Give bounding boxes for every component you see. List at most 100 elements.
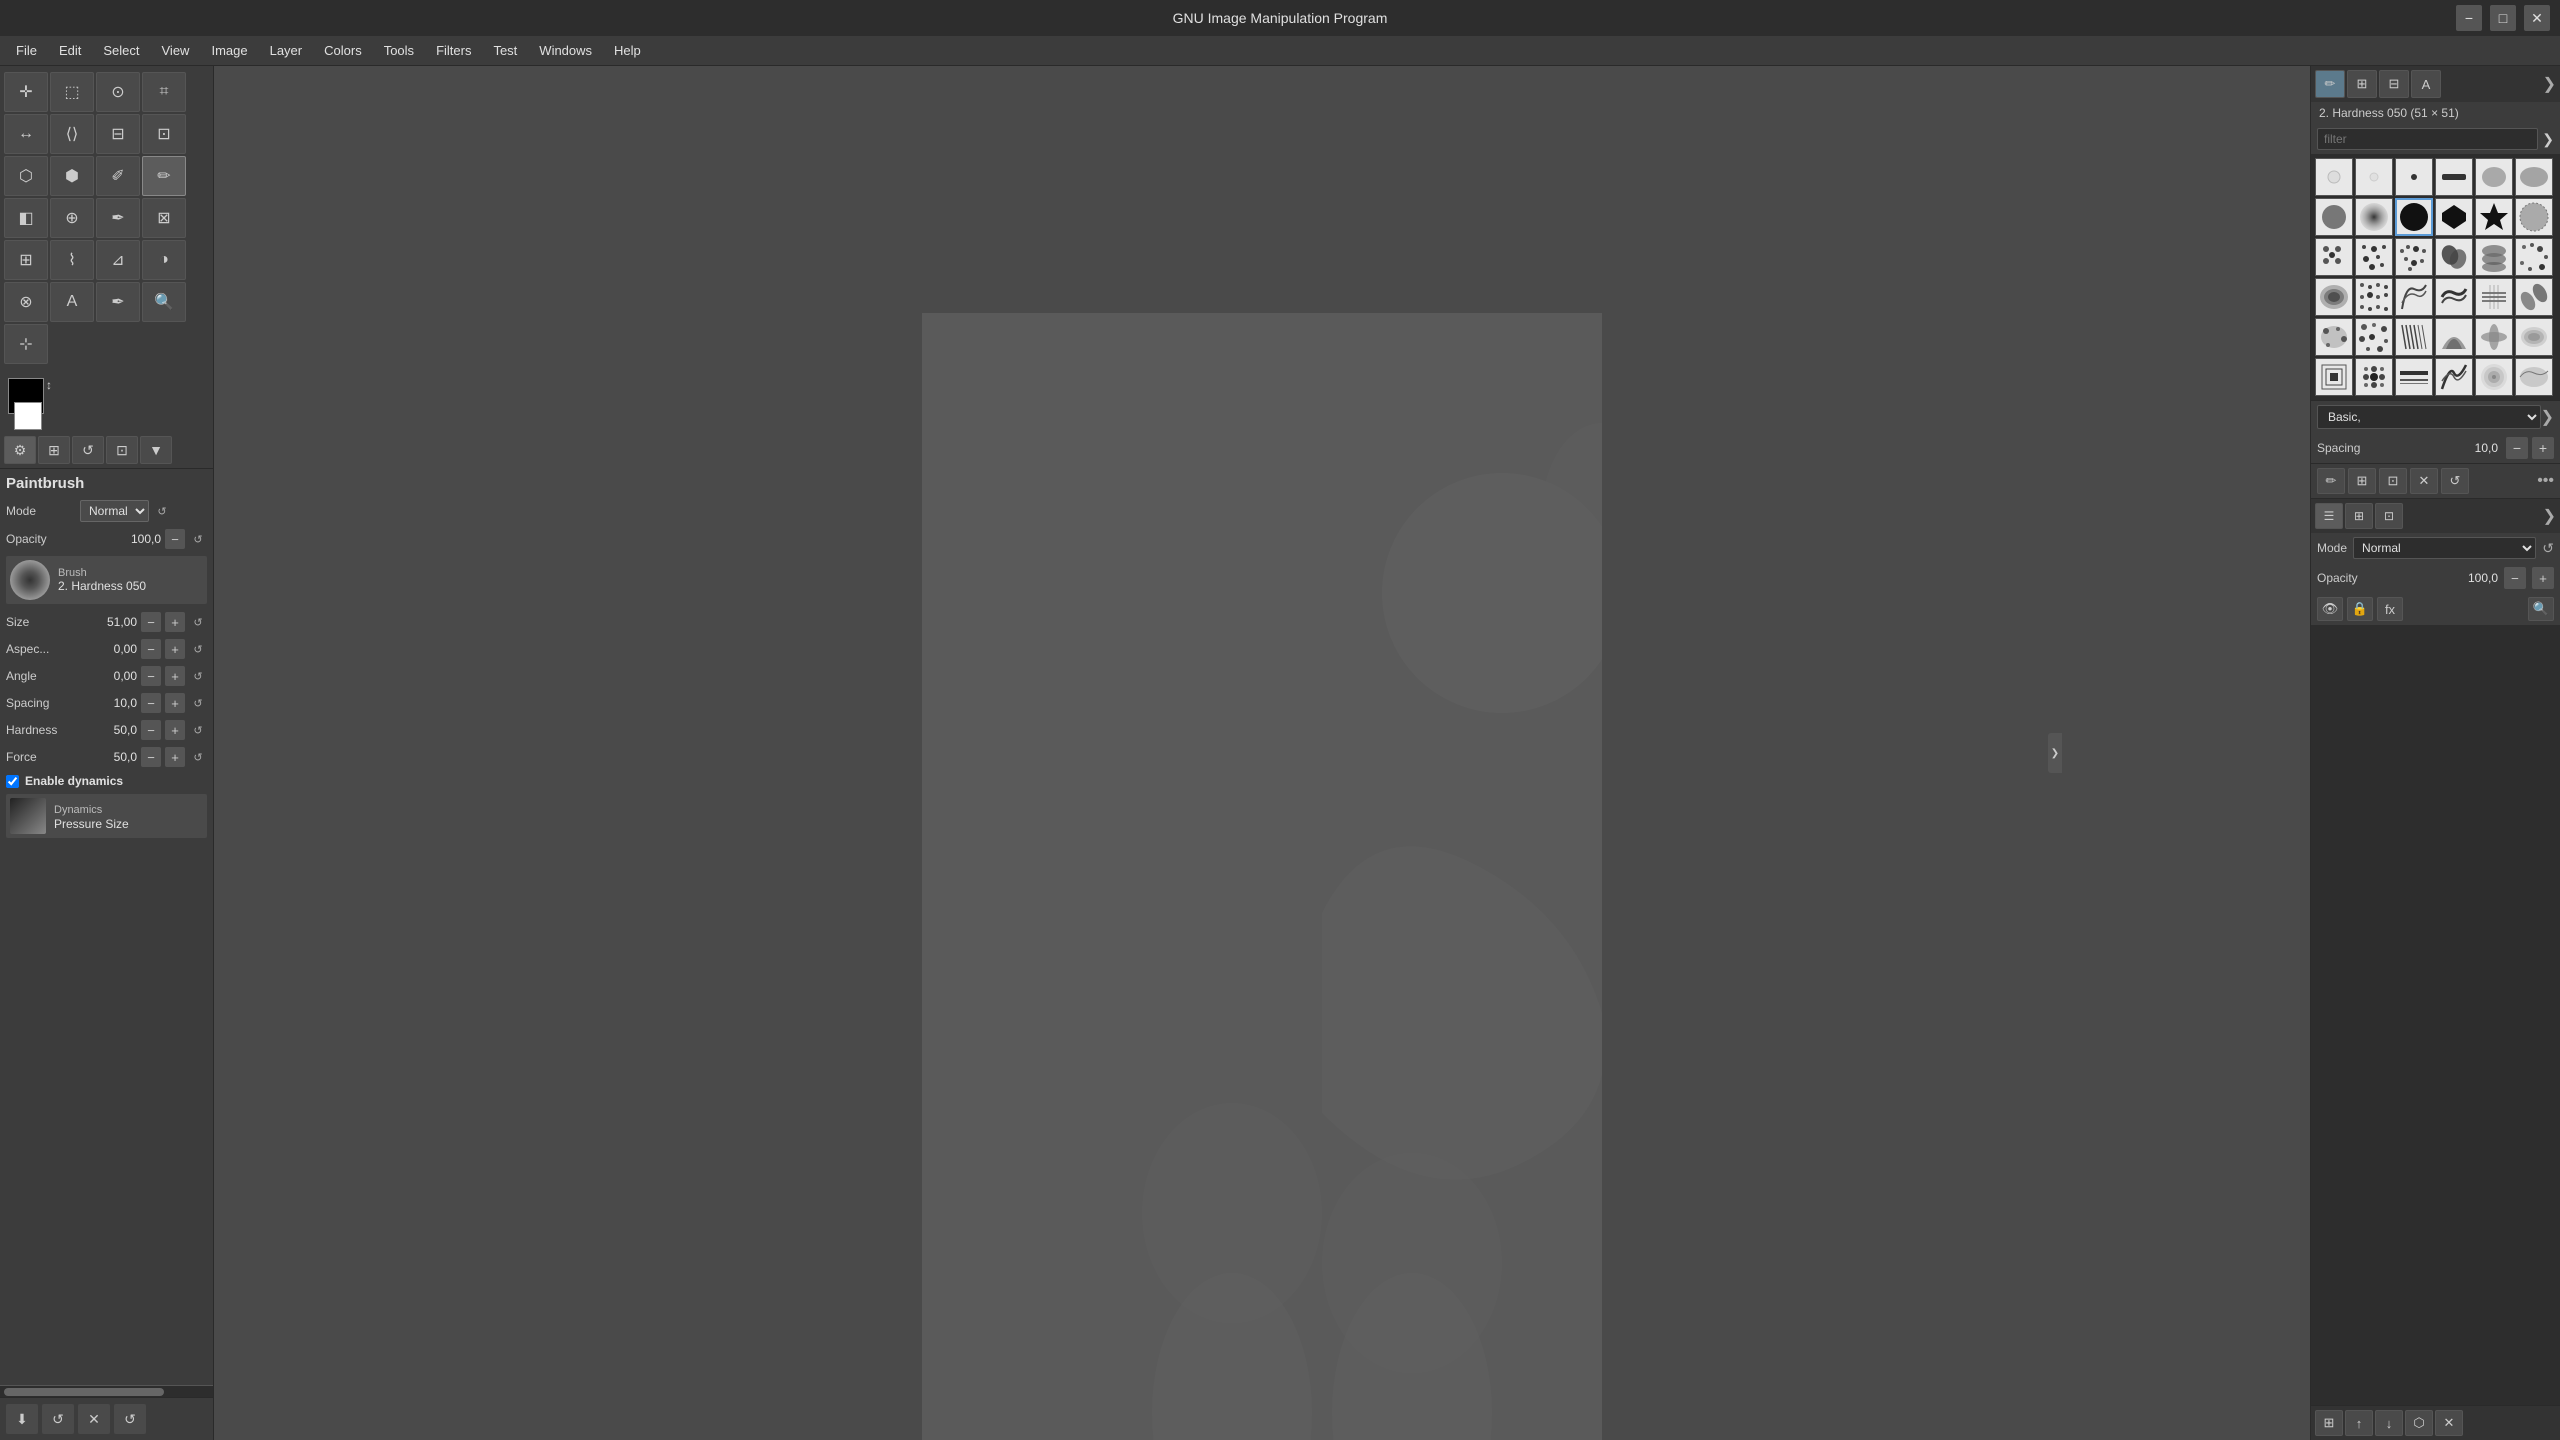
brushes-category-select[interactable]: Basic, [2317, 405, 2541, 429]
brush-cell-17[interactable] [2475, 238, 2513, 276]
hardness-decrease-button[interactable]: − [141, 720, 161, 740]
force-increase-button[interactable]: + [165, 747, 185, 767]
enable-dynamics-checkbox[interactable] [6, 775, 19, 788]
fuzzy-select-tool-button[interactable]: ⌗ [142, 72, 186, 112]
smudge-tool-button[interactable]: ⊗ [4, 282, 48, 322]
menu-windows[interactable]: Windows [529, 39, 602, 62]
menu-colors[interactable]: Colors [314, 39, 372, 62]
brush-cell-36[interactable] [2515, 358, 2553, 396]
brush-cell-13[interactable] [2315, 238, 2353, 276]
brush-cell-12[interactable] [2515, 198, 2553, 236]
swap-colors-icon[interactable]: ↕ [46, 378, 52, 392]
opacity-reset-button[interactable]: ↺ [189, 530, 207, 548]
maximize-button[interactable]: □ [2490, 5, 2516, 31]
menu-file[interactable]: File [6, 39, 47, 62]
tool-options-tab2[interactable]: ⊞ [38, 436, 70, 464]
brush-cell-16[interactable] [2435, 238, 2473, 276]
brush-cell-11[interactable] [2475, 198, 2513, 236]
channels-tab[interactable]: ⊞ [2345, 503, 2373, 529]
menu-test[interactable]: Test [483, 39, 527, 62]
brushes-category-arrow[interactable]: ❯ [2541, 407, 2554, 427]
close-button[interactable]: ✕ [2524, 5, 2550, 31]
restore-tool-defaults-button[interactable]: ↺ [42, 1404, 74, 1434]
hardness-reset-button[interactable]: ↺ [189, 721, 207, 739]
delete-brush-button[interactable]: ✕ [2410, 468, 2438, 494]
brush-filter-arrow[interactable]: ❯ [2542, 131, 2554, 148]
spacing-decrease-button[interactable]: − [2506, 437, 2528, 459]
new-brush-button[interactable]: ⊞ [2348, 468, 2376, 494]
mode-select[interactable]: Normal [80, 500, 149, 522]
save-tool-preset-button[interactable]: ⬇ [6, 1404, 38, 1434]
gimp-canvas[interactable] [922, 313, 1602, 1440]
brush-cell-18[interactable] [2515, 238, 2553, 276]
aspect-increase-button[interactable]: + [165, 639, 185, 659]
tool-preset-menu-button[interactable]: ↺ [114, 1404, 146, 1434]
brush-cell-8[interactable] [2355, 198, 2393, 236]
pencil-tool-button[interactable]: ✐ [96, 156, 140, 196]
scale-tool-button[interactable]: ↔ [4, 114, 48, 154]
layers-tab[interactable]: ☰ [2315, 503, 2343, 529]
brush-cell-31[interactable] [2315, 358, 2353, 396]
eye-icon-button[interactable]: 👁 [2317, 597, 2343, 621]
brush-cell-14[interactable] [2355, 238, 2393, 276]
gradients-tab[interactable]: ⊟ [2379, 70, 2409, 98]
blend-tool-button[interactable]: ⬢ [50, 156, 94, 196]
angle-decrease-button[interactable]: − [141, 666, 161, 686]
layers-tab-arrow[interactable]: ❯ [2543, 506, 2556, 526]
brush-cell-34[interactable] [2435, 358, 2473, 396]
brushes-tab[interactable]: ✏ [2315, 70, 2345, 98]
menu-view[interactable]: View [152, 39, 200, 62]
measure-tool-button[interactable]: ⊹ [4, 324, 48, 364]
shear-tool-button[interactable]: ⟨⟩ [50, 114, 94, 154]
layers-opacity-increase-button[interactable]: + [2532, 567, 2554, 589]
delete-layer-button[interactable]: ✕ [2435, 1410, 2463, 1436]
layer-search-button[interactable]: 🔍 [2528, 597, 2554, 621]
brush-cell-33[interactable] [2395, 358, 2433, 396]
menu-image[interactable]: Image [201, 39, 257, 62]
brush-cell-15[interactable] [2395, 238, 2433, 276]
aspect-decrease-button[interactable]: − [141, 639, 161, 659]
menu-filters[interactable]: Filters [426, 39, 481, 62]
hardness-increase-button[interactable]: + [165, 720, 185, 740]
minimize-button[interactable]: − [2456, 5, 2482, 31]
brush-cell-25[interactable] [2315, 318, 2353, 356]
canvas-area[interactable]: ❯ [214, 66, 2310, 1440]
menu-select[interactable]: Select [93, 39, 149, 62]
brush-cell-24[interactable] [2515, 278, 2553, 316]
brush-cell-5[interactable] [2475, 158, 2513, 196]
layers-mode-select[interactable]: Normal [2353, 537, 2536, 559]
brush-cell-22[interactable] [2435, 278, 2473, 316]
layers-opacity-decrease-button[interactable]: − [2504, 567, 2526, 589]
brush-cell-3[interactable] [2395, 158, 2433, 196]
brush-cell-7[interactable] [2315, 198, 2353, 236]
spacing-increase-button[interactable]: + [165, 693, 185, 713]
brush-cell-20[interactable] [2355, 278, 2393, 316]
new-layer-group-button[interactable]: ⊞ [2315, 1410, 2343, 1436]
move-layer-up-button[interactable]: ↑ [2345, 1410, 2373, 1436]
layers-mode-reset[interactable]: ↺ [2542, 540, 2554, 557]
clone-tool-button[interactable]: ⊠ [142, 198, 186, 238]
spacing-decrease-button[interactable]: − [141, 693, 161, 713]
brush-cell-21[interactable] [2395, 278, 2433, 316]
text-tool-button[interactable]: A [50, 282, 94, 322]
menu-layer[interactable]: Layer [260, 39, 313, 62]
ink-tool-button[interactable]: ✒ [96, 198, 140, 238]
brush-cell-35[interactable] [2475, 358, 2513, 396]
brush-filter-input[interactable] [2317, 128, 2538, 150]
blur-tool-button[interactable]: ⊿ [96, 240, 140, 280]
dodge-burn-button[interactable]: ◑ [142, 240, 186, 280]
force-reset-button[interactable]: ↺ [189, 748, 207, 766]
brush-cell-32[interactable] [2355, 358, 2393, 396]
brush-cell-2[interactable] [2355, 158, 2393, 196]
brush-cell-29[interactable] [2475, 318, 2513, 356]
background-color[interactable] [14, 402, 42, 430]
new-layer-button[interactable]: ⬡ [2405, 1410, 2433, 1436]
brush-cell-9[interactable] [2395, 198, 2433, 236]
angle-increase-button[interactable]: + [165, 666, 185, 686]
paths-tab[interactable]: ⊡ [2375, 503, 2403, 529]
aspect-reset-button[interactable]: ↺ [189, 640, 207, 658]
menu-tools[interactable]: Tools [374, 39, 424, 62]
perspective-clone-button[interactable]: ⌇ [50, 240, 94, 280]
rect-select-tool-button[interactable]: ⬚ [50, 72, 94, 112]
brush-cell-28[interactable] [2435, 318, 2473, 356]
